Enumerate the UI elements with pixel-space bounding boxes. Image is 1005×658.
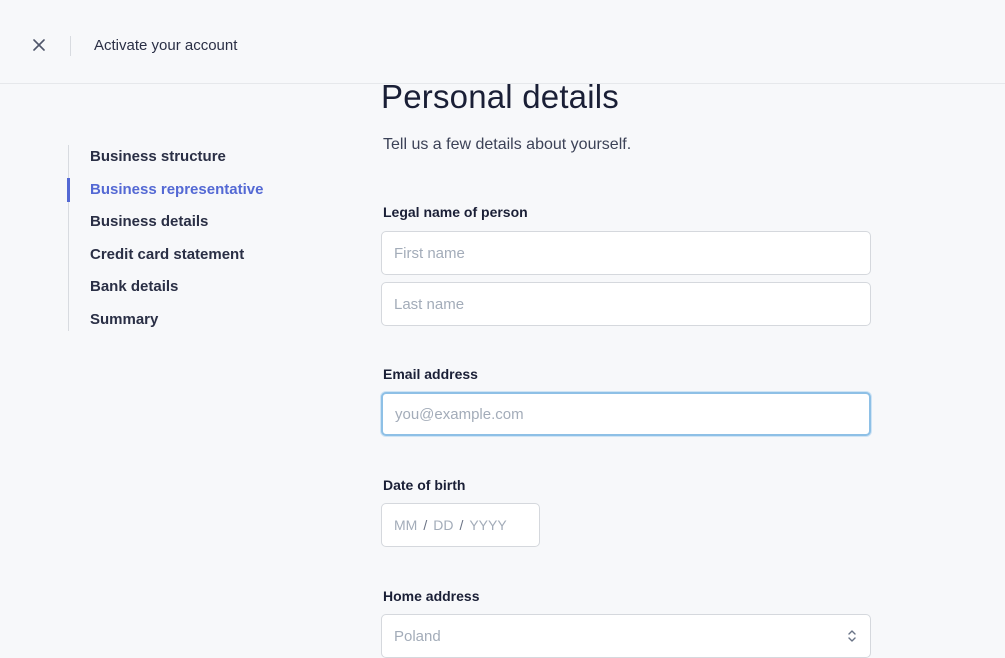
close-button[interactable] xyxy=(28,34,50,56)
email-input[interactable] xyxy=(381,392,871,436)
header-title: Activate your account xyxy=(94,37,238,54)
nav-item-business-representative[interactable]: Business representative xyxy=(67,177,298,211)
home-address-label: Home address xyxy=(383,588,480,604)
dob-separator: / xyxy=(423,517,428,533)
dob-month: MM xyxy=(394,517,418,533)
top-bar: Activate your account xyxy=(0,0,1005,84)
dob-separator: / xyxy=(459,517,464,533)
date-of-birth-label: Date of birth xyxy=(383,477,466,493)
country-select[interactable]: Poland xyxy=(381,614,871,658)
dob-day: DD xyxy=(433,517,454,533)
date-of-birth-input[interactable]: MM / DD / YYYY xyxy=(381,503,540,547)
header-divider xyxy=(70,36,71,56)
first-name-input[interactable] xyxy=(381,231,871,275)
nav-item-bank-details[interactable]: Bank details xyxy=(69,275,298,308)
nav-item-business-details[interactable]: Business details xyxy=(69,210,298,243)
email-label: Email address xyxy=(383,366,478,382)
onboarding-steps-nav: Business structure Business representati… xyxy=(67,145,298,331)
page-subtitle: Tell us a few details about yourself. xyxy=(383,136,632,153)
last-name-input[interactable] xyxy=(381,282,871,326)
chevron-up-down-icon xyxy=(846,628,858,644)
nav-item-business-structure[interactable]: Business structure xyxy=(69,145,298,178)
legal-name-label: Legal name of person xyxy=(383,204,528,220)
dob-year: YYYY xyxy=(469,517,507,533)
page-title: Personal details xyxy=(381,78,620,115)
close-icon xyxy=(33,39,45,51)
nav-item-summary[interactable]: Summary xyxy=(69,308,298,341)
country-select-value: Poland xyxy=(394,627,441,645)
nav-item-credit-card-statement[interactable]: Credit card statement xyxy=(69,243,298,276)
